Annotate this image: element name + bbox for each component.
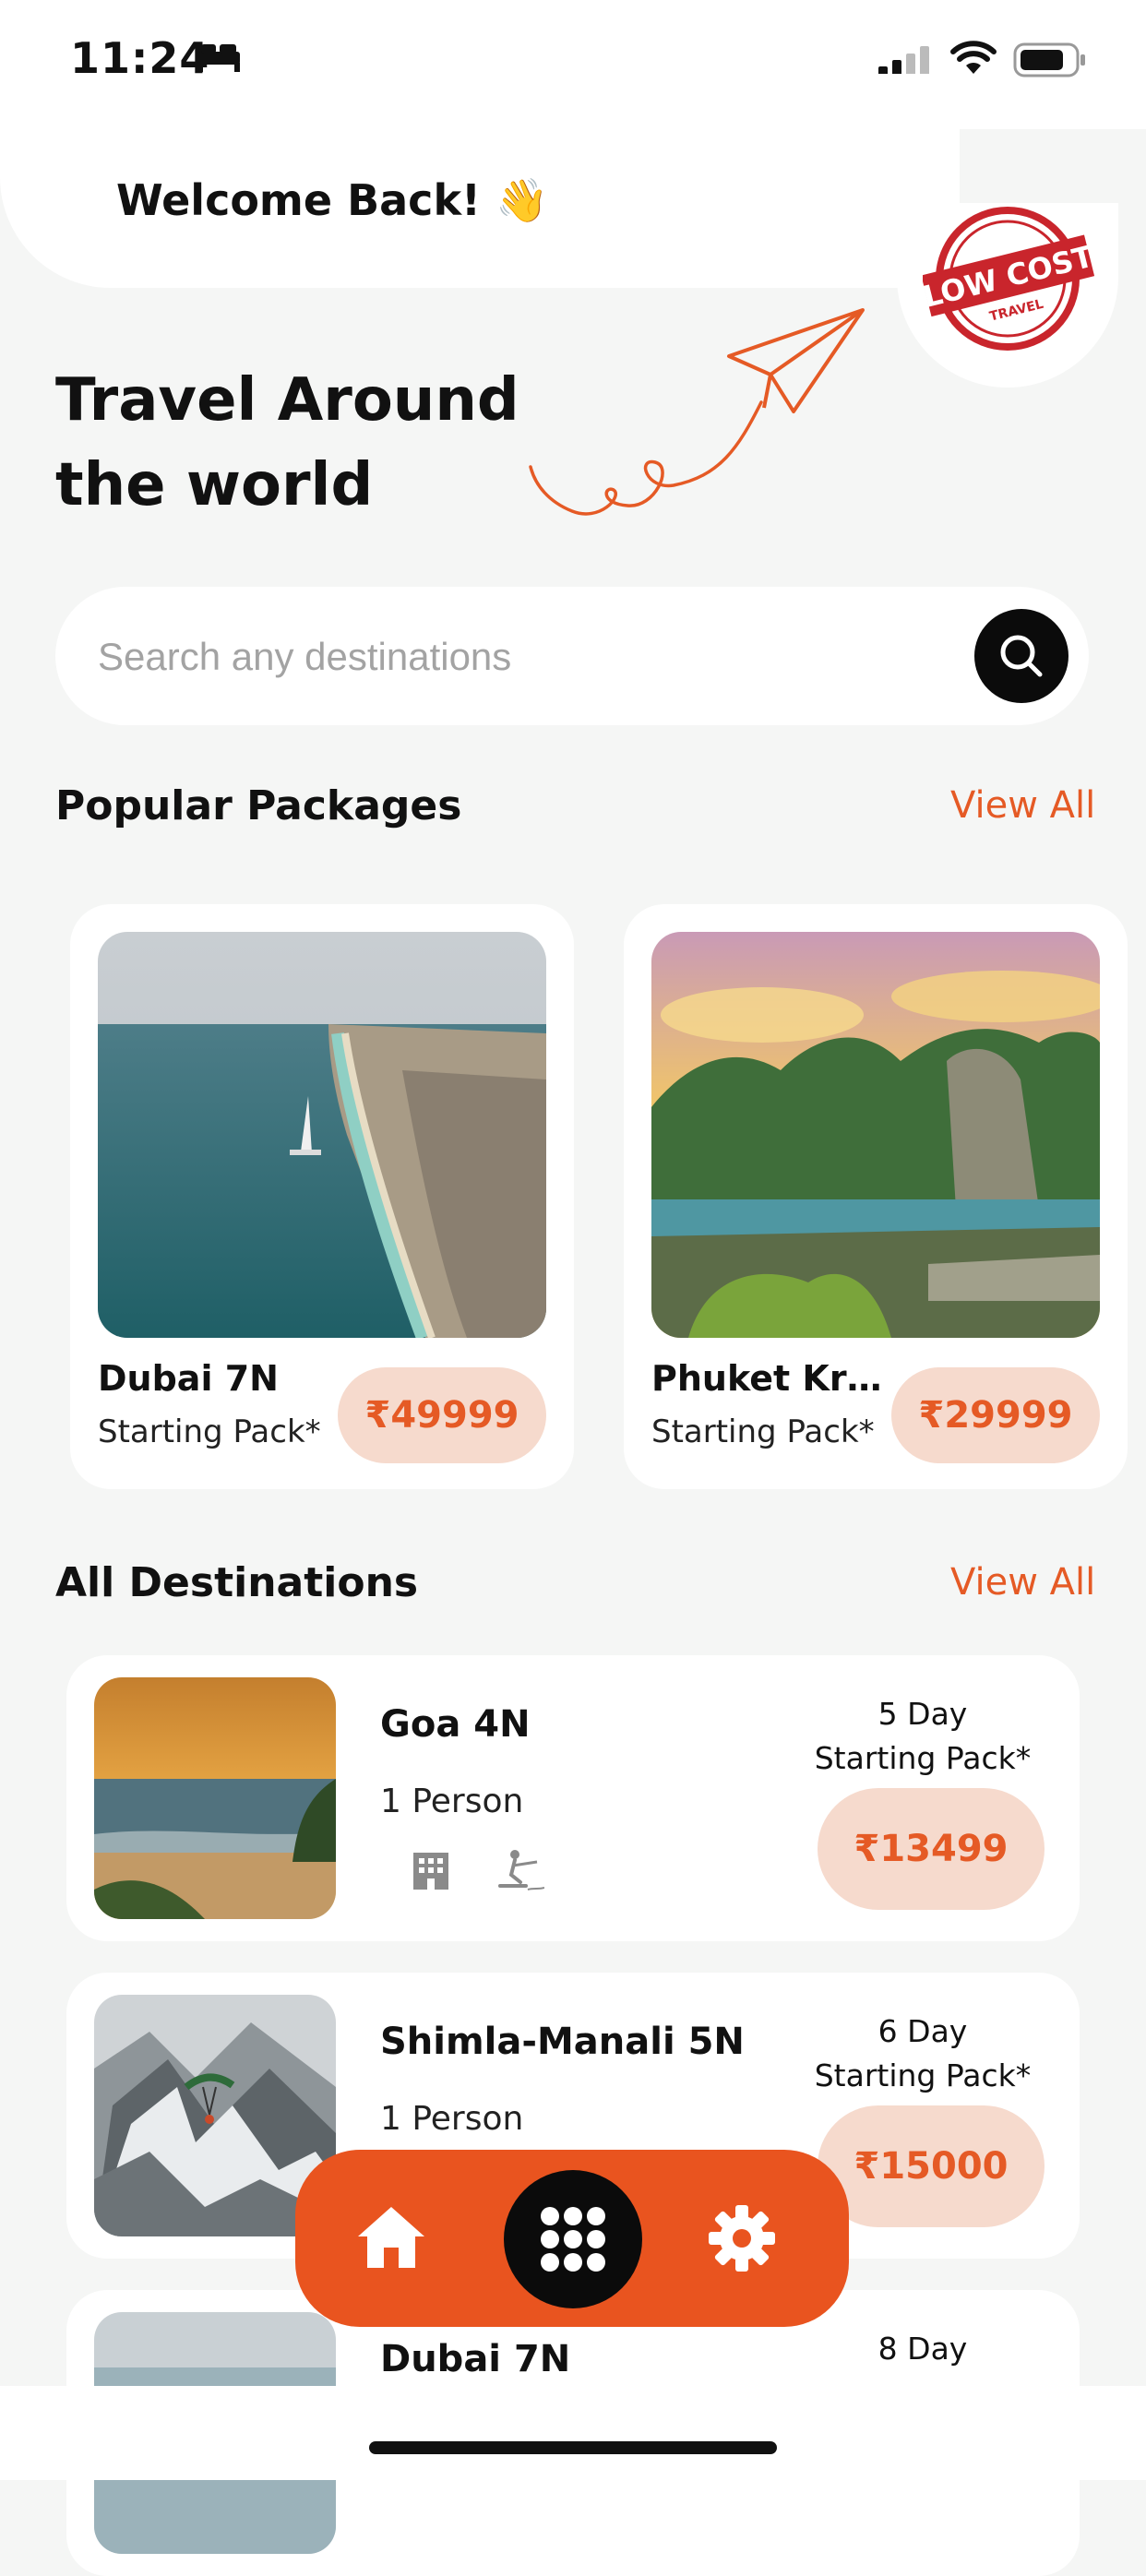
destination-days: 8 Day bbox=[877, 2331, 968, 2367]
package-card[interactable]: Dubai 7N Starting Pack* ₹49999 bbox=[70, 904, 574, 1489]
destination-card[interactable]: Goa 4N 1 Person 5 Day Starting Pack* ₹13… bbox=[66, 1655, 1080, 1941]
search-bar bbox=[55, 587, 1089, 727]
hotel-icon bbox=[413, 1853, 448, 1890]
package-subtitle: Starting Pack* bbox=[98, 1413, 321, 1450]
home-icon[interactable] bbox=[354, 2201, 428, 2275]
hero-title: Travel Around the world bbox=[55, 366, 519, 519]
destination-name: Dubai 7N bbox=[380, 2338, 571, 2380]
battery-icon bbox=[1013, 42, 1085, 78]
popular-view-all-link[interactable]: View All bbox=[950, 784, 1095, 827]
destination-pack-label: Starting Pack* bbox=[814, 1740, 1032, 1776]
destination-duration: 8 Day bbox=[803, 2327, 1043, 2371]
package-name: Dubai 7N bbox=[98, 1358, 279, 1399]
welcome-text: Welcome Back! 👋 bbox=[116, 175, 549, 225]
sleep-mode-icon bbox=[197, 44, 240, 72]
destination-person-count: 1 Person bbox=[380, 2100, 524, 2138]
grid-menu-icon bbox=[541, 2207, 605, 2272]
signal-icon bbox=[878, 46, 929, 78]
home-indicator[interactable] bbox=[369, 2441, 777, 2454]
search-input[interactable] bbox=[96, 587, 930, 727]
bottom-safe-area bbox=[0, 2386, 1146, 2480]
destination-days: 5 Day bbox=[877, 1696, 968, 1732]
destination-name: Shimla-Manali 5N bbox=[380, 2021, 745, 2063]
amenities bbox=[408, 1847, 544, 1893]
destination-price[interactable]: ₹13499 bbox=[818, 1788, 1045, 1910]
settings-icon[interactable] bbox=[705, 2201, 779, 2275]
water-ski-icon bbox=[498, 1850, 544, 1890]
search-button[interactable] bbox=[974, 609, 1068, 703]
destination-name: Goa 4N bbox=[380, 1703, 531, 1746]
bottom-navigation bbox=[295, 2150, 849, 2327]
destination-price[interactable]: ₹15000 bbox=[818, 2105, 1045, 2227]
all-destinations-title: All Destinations bbox=[55, 1559, 419, 1606]
goa-destination-image bbox=[94, 1677, 336, 1919]
destination-person-count: 1 Person bbox=[380, 1783, 524, 1820]
destination-duration: 5 Day Starting Pack* bbox=[803, 1692, 1043, 1781]
package-card[interactable]: Phuket Krabi... Starting Pack* ₹29999 bbox=[624, 904, 1128, 1489]
search-icon bbox=[1000, 635, 1043, 677]
destinations-view-all-link[interactable]: View All bbox=[950, 1561, 1095, 1604]
low-cost-stamp-logo: LOW COST TRAVEL bbox=[923, 207, 1097, 351]
popular-packages-title: Popular Packages bbox=[55, 782, 462, 829]
wifi-icon bbox=[950, 41, 997, 74]
destination-days: 6 Day bbox=[877, 2013, 968, 2049]
dubai-package-image bbox=[98, 932, 546, 1338]
package-price[interactable]: ₹29999 bbox=[891, 1367, 1100, 1463]
destination-pack-label: Starting Pack* bbox=[814, 2057, 1032, 2093]
phuket-package-image bbox=[651, 932, 1100, 1338]
package-name: Phuket Krabi... bbox=[651, 1358, 901, 1399]
package-subtitle: Starting Pack* bbox=[651, 1413, 875, 1450]
package-price[interactable]: ₹49999 bbox=[338, 1367, 546, 1463]
grid-menu-button[interactable] bbox=[504, 2170, 642, 2308]
destination-duration: 6 Day Starting Pack* bbox=[803, 2010, 1043, 2098]
paper-plane-illustration bbox=[529, 308, 865, 516]
